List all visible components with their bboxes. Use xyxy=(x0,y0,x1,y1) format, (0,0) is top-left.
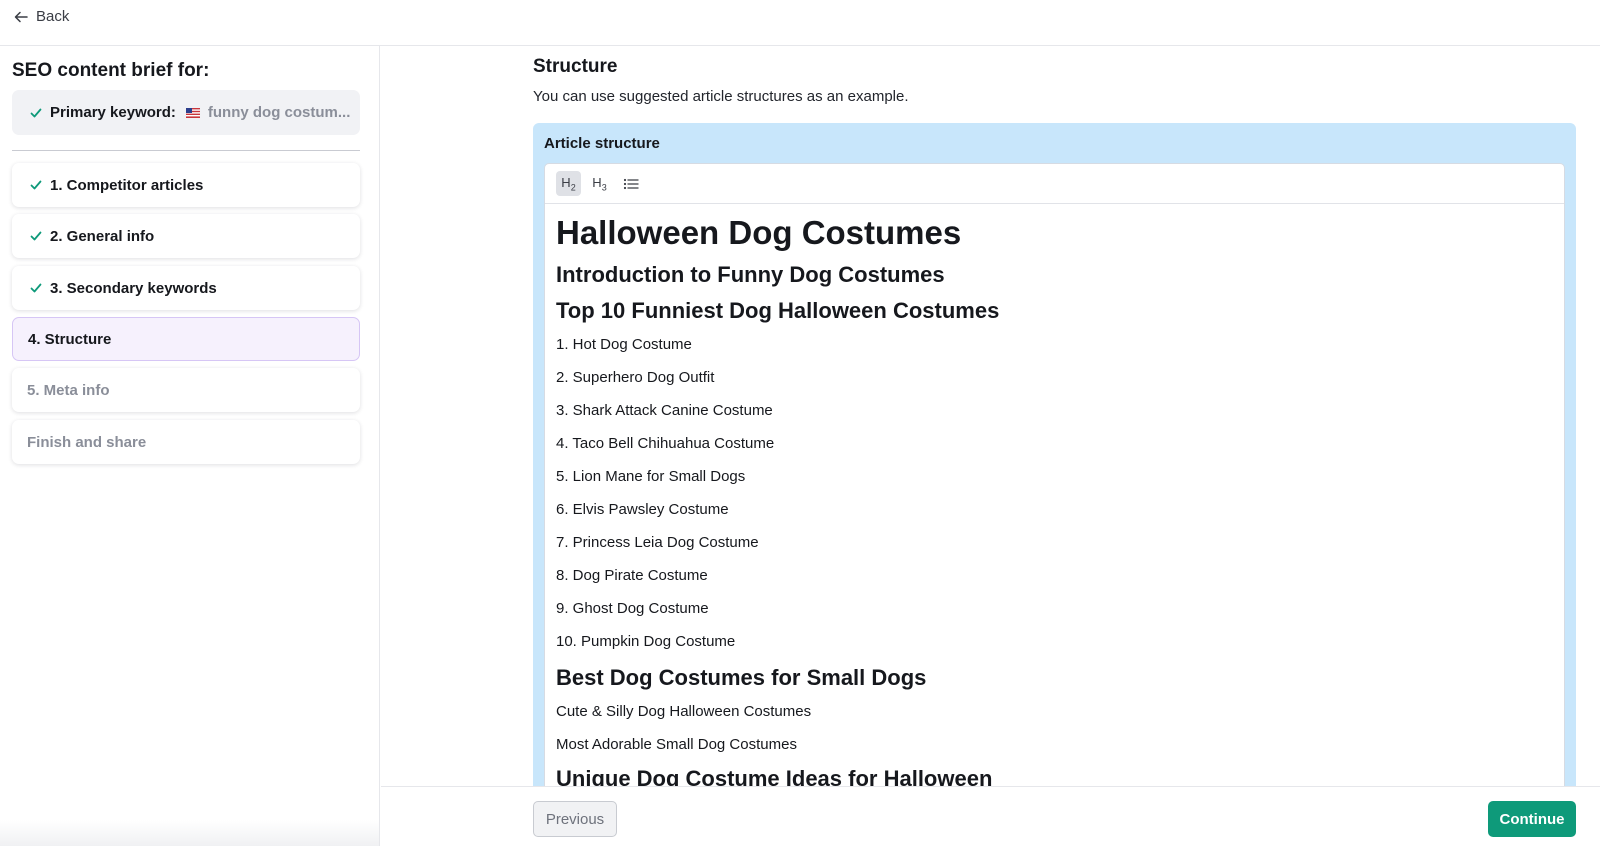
heading-3-button[interactable]: H3 xyxy=(587,171,612,196)
check-icon xyxy=(30,283,42,293)
top-bar: Back xyxy=(0,0,1600,46)
step-finish-and-share[interactable]: Finish and share xyxy=(12,420,360,464)
step-label: 5. Meta info xyxy=(27,381,110,399)
article-h1: Halloween Dog Costumes xyxy=(556,214,962,251)
sidebar: SEO content brief for: Primary keyword: … xyxy=(0,46,380,846)
main-content: Structure You can use suggested article … xyxy=(381,46,1600,786)
step-meta-info[interactable]: 5. Meta info xyxy=(12,368,360,412)
primary-keyword-value: funny dog costum... xyxy=(207,104,351,121)
article-item: 1. Hot Dog Costume xyxy=(556,336,692,353)
article-h2: Top 10 Funniest Dog Halloween Costumes xyxy=(556,298,1000,323)
article-h2: Introduction to Funny Dog Costumes xyxy=(556,262,945,287)
article-structure-label: Article structure xyxy=(544,135,660,152)
article-item: 9. Ghost Dog Costume xyxy=(556,600,709,617)
check-icon xyxy=(30,108,42,117)
heading-2-icon: H2 xyxy=(561,174,576,193)
article-item: 5. Lion Mane for Small Dogs xyxy=(556,468,746,485)
bullet-list-button[interactable] xyxy=(618,171,643,196)
check-icon xyxy=(30,231,42,241)
check-icon xyxy=(30,180,42,190)
article-item: 8. Dog Pirate Costume xyxy=(556,567,708,584)
heading-3-icon: H3 xyxy=(592,174,607,193)
heading-2-button[interactable]: H2 xyxy=(556,171,581,196)
step-label: 1. Competitor articles xyxy=(50,176,204,194)
editor-toolbar: H2 H3 xyxy=(545,164,1564,204)
article-structure-panel: Article structure H2 H3 Halloween Dog Co… xyxy=(533,123,1576,786)
section-title: Structure xyxy=(533,56,618,77)
article-structure-editor[interactable]: H2 H3 Halloween Dog Costumes Introductio xyxy=(544,163,1565,786)
article-item: 2. Superhero Dog Outfit xyxy=(556,369,715,386)
step-label: 4. Structure xyxy=(28,330,112,348)
list-icon xyxy=(623,178,639,189)
step-label: 2. General info xyxy=(50,227,155,245)
back-label: Back xyxy=(36,8,70,25)
sidebar-title: SEO content brief for: xyxy=(12,60,210,81)
step-competitor-articles[interactable]: 1. Competitor articles xyxy=(12,163,360,207)
article-h2: Unique Dog Costume Ideas for Halloween xyxy=(556,766,993,786)
step-secondary-keywords[interactable]: 3. Secondary keywords xyxy=(12,266,360,310)
step-label: Finish and share xyxy=(27,433,147,451)
step-general-info[interactable]: 2. General info xyxy=(12,214,360,258)
arrow-left-icon xyxy=(14,11,28,22)
article-item: 4. Taco Bell Chihuahua Costume xyxy=(556,435,775,452)
article-item: 3. Shark Attack Canine Costume xyxy=(556,402,773,419)
sidebar-divider xyxy=(12,150,360,151)
article-item: 7. Princess Leia Dog Costume xyxy=(556,534,759,551)
step-structure[interactable]: 4. Structure xyxy=(12,317,360,361)
section-subtitle: You can use suggested article structures… xyxy=(533,88,909,105)
back-link[interactable]: Back xyxy=(14,8,69,25)
primary-keyword-label: Primary keyword: xyxy=(50,104,176,121)
step-label: 3. Secondary keywords xyxy=(50,279,217,297)
primary-keyword-box: Primary keyword: funny dog costum... xyxy=(12,90,360,135)
article-item: Most Adorable Small Dog Costumes xyxy=(556,736,797,753)
us-flag-icon xyxy=(185,107,200,118)
sidebar-bottom-shade xyxy=(0,820,380,846)
article-h2: Best Dog Costumes for Small Dogs xyxy=(556,665,927,690)
article-item: 6. Elvis Pawsley Costume xyxy=(556,501,729,518)
previous-button[interactable]: Previous xyxy=(533,801,617,837)
article-item: 10. Pumpkin Dog Costume xyxy=(556,633,736,650)
footer-bar: Previous Continue xyxy=(381,786,1600,846)
continue-button[interactable]: Continue xyxy=(1488,801,1576,837)
article-item: Cute & Silly Dog Halloween Costumes xyxy=(556,703,812,720)
